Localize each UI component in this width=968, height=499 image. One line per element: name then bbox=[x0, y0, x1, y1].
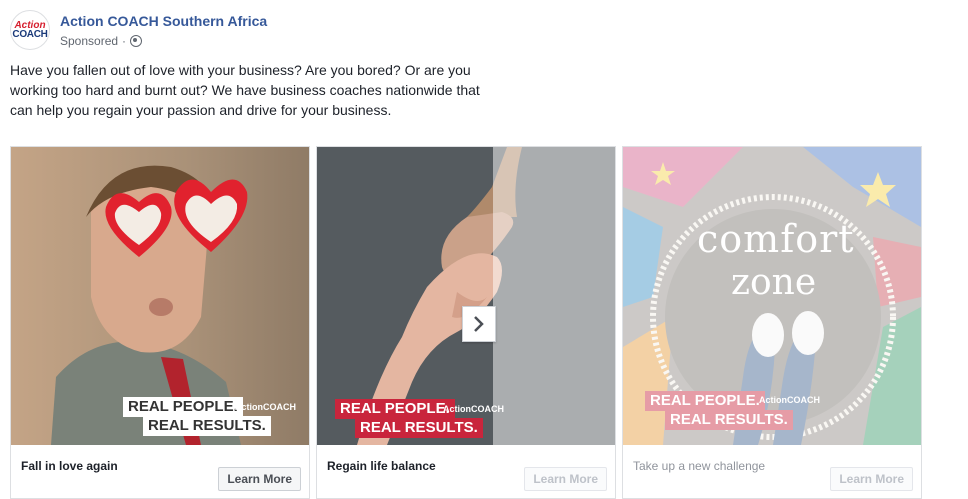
card-3-learn-more-button[interactable]: Learn More bbox=[830, 467, 913, 491]
card-3-title: Take up a new challenge bbox=[633, 459, 766, 473]
card-3-chalk-word-2: zone bbox=[731, 262, 817, 303]
card-1-banner-line2: REAL RESULTS. bbox=[143, 416, 271, 436]
card-1-title: Fall in love again bbox=[21, 459, 118, 473]
card-1-image[interactable]: REAL PEOPLE. REAL RESULTS. ActionCOACH bbox=[11, 147, 309, 445]
post-meta: Action COACH Southern Africa Sponsored · bbox=[60, 12, 267, 49]
card-2-title: Regain life balance bbox=[327, 459, 436, 473]
card-2-brand-logo: ActionCOACH bbox=[443, 404, 504, 414]
card-2-banner-line2: REAL RESULTS. bbox=[355, 418, 483, 438]
post-header: Action COACH Action COACH Southern Afric… bbox=[10, 10, 267, 50]
ad-carousel: REAL PEOPLE. REAL RESULTS. ActionCOACH F… bbox=[10, 146, 968, 499]
card-3-chalk-word-1: comfort bbox=[697, 217, 855, 261]
separator-dot: · bbox=[122, 34, 127, 48]
sponsored-row: Sponsored · bbox=[60, 33, 267, 49]
page-avatar[interactable]: Action COACH bbox=[10, 10, 50, 50]
card-1-banner-line1: REAL PEOPLE. bbox=[123, 397, 243, 417]
card-1-learn-more-button[interactable]: Learn More bbox=[218, 467, 301, 491]
card-2-fade-overlay bbox=[493, 147, 615, 445]
carousel-next-button[interactable] bbox=[462, 306, 496, 342]
card-2-learn-more-button[interactable]: Learn More bbox=[524, 467, 607, 491]
card-1-brand-logo: ActionCOACH bbox=[235, 402, 296, 412]
card-3-brand-logo: ActionCOACH bbox=[759, 395, 820, 405]
card-2-image[interactable]: REAL PEOPLE. REAL RESULTS. ActionCOACH bbox=[317, 147, 615, 445]
chevron-right-icon bbox=[474, 316, 484, 332]
post-body-text: Have you fallen out of love with your bu… bbox=[10, 62, 480, 118]
card-3-image[interactable]: comfort zone REAL PEOPLE. REAL RESULTS. … bbox=[623, 147, 921, 445]
card-1-footer: Fall in love again Learn More bbox=[11, 445, 309, 499]
carousel-card-3[interactable]: comfort zone REAL PEOPLE. REAL RESULTS. … bbox=[622, 146, 922, 499]
page-name-link[interactable]: Action COACH Southern Africa bbox=[60, 12, 267, 30]
card-3-banner-line1: REAL PEOPLE. bbox=[645, 391, 765, 411]
card-2-footer: Regain life balance Learn More bbox=[317, 445, 615, 499]
card-3-footer: Take up a new challenge Learn More bbox=[623, 445, 921, 499]
avatar-logo-line2: COACH bbox=[12, 28, 48, 40]
sponsored-label[interactable]: Sponsored bbox=[60, 33, 118, 49]
globe-icon[interactable] bbox=[130, 35, 143, 47]
carousel-card-1[interactable]: REAL PEOPLE. REAL RESULTS. ActionCOACH F… bbox=[10, 146, 310, 499]
card-3-banner-line2: REAL RESULTS. bbox=[665, 410, 793, 430]
card-2-banner-line1: REAL PEOPLE. bbox=[335, 399, 455, 419]
